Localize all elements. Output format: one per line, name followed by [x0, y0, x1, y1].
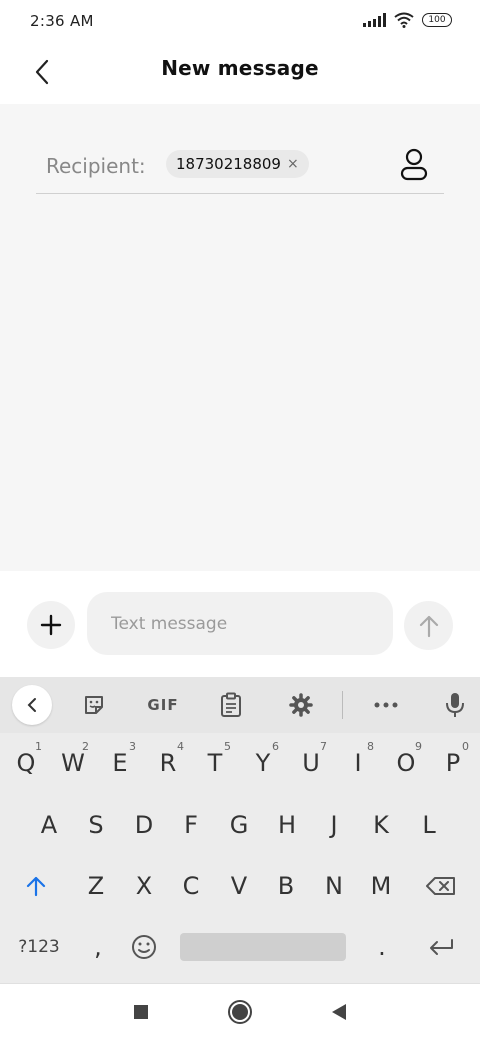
clipboard-icon: [221, 692, 241, 717]
person-icon: [400, 148, 428, 181]
enter-icon: [430, 939, 453, 955]
page-title: New message: [161, 56, 319, 80]
keyboard: GIF Q 1 W 2 E 3 R 4 T 5 Y 6 U 7 I 8 O 9 …: [0, 677, 480, 983]
comma-key[interactable]: ,: [76, 920, 120, 974]
key-u[interactable]: U7: [289, 736, 333, 790]
sticker-icon: [85, 696, 103, 714]
message-area: Recipient: 18730218809 ×: [0, 104, 480, 571]
status-time: 2:36 AM: [30, 12, 94, 30]
key-q[interactable]: Q1: [4, 736, 48, 790]
recents-button[interactable]: [127, 998, 155, 1026]
more-horizontal-icon: [374, 702, 398, 708]
key-p[interactable]: P0: [431, 736, 475, 790]
triangle-back-icon: [332, 1004, 346, 1020]
keyboard-toolbar: GIF: [0, 677, 480, 733]
message-input[interactable]: [87, 592, 393, 655]
add-attachment-button[interactable]: [27, 601, 75, 649]
plus-icon: [40, 614, 62, 636]
backspace-icon: [426, 877, 455, 895]
key-l[interactable]: L: [407, 798, 451, 852]
battery-icon: 100: [422, 13, 452, 27]
key-j[interactable]: J: [312, 798, 356, 852]
wifi-icon: [394, 12, 414, 28]
symbols-key[interactable]: ?123: [12, 920, 66, 974]
more-options-button[interactable]: [366, 685, 406, 725]
chevron-left-icon: [27, 698, 36, 712]
gif-button[interactable]: GIF: [141, 685, 185, 725]
key-h[interactable]: H: [265, 798, 309, 852]
settings-button[interactable]: [281, 685, 321, 725]
header: New message: [0, 42, 480, 104]
send-button[interactable]: [404, 601, 453, 650]
chip-close-icon[interactable]: ×: [287, 156, 299, 172]
key-d[interactable]: D: [122, 798, 166, 852]
key-g[interactable]: G: [217, 798, 261, 852]
collapse-toolbar-button[interactable]: [12, 685, 52, 725]
back-nav-button[interactable]: [325, 998, 353, 1026]
recipient-chip[interactable]: 18730218809 ×: [166, 150, 309, 178]
gear-icon: [289, 693, 313, 717]
key-c[interactable]: C: [169, 859, 213, 913]
key-a[interactable]: A: [27, 798, 71, 852]
key-v[interactable]: V: [217, 859, 261, 913]
microphone-icon: [446, 693, 464, 717]
key-x[interactable]: X: [122, 859, 166, 913]
square-icon: [134, 1005, 148, 1019]
contacts-button[interactable]: [398, 148, 430, 182]
home-circle-icon: [228, 1000, 252, 1024]
key-i[interactable]: I8: [336, 736, 380, 790]
key-y[interactable]: Y6: [241, 736, 285, 790]
shift-key[interactable]: [14, 859, 58, 913]
backspace-key[interactable]: [419, 859, 463, 913]
emoji-key[interactable]: [122, 920, 166, 974]
key-n[interactable]: N: [312, 859, 356, 913]
home-button[interactable]: [226, 998, 254, 1026]
arrow-up-icon: [419, 615, 438, 637]
status-bar: 2:36 AM 100: [0, 0, 480, 42]
signal-icon: [363, 13, 386, 27]
key-o[interactable]: O9: [384, 736, 428, 790]
system-navbar: [0, 983, 480, 1040]
key-e[interactable]: E3: [98, 736, 142, 790]
key-w[interactable]: W2: [51, 736, 95, 790]
key-b[interactable]: B: [264, 859, 308, 913]
recipient-label: Recipient:: [46, 154, 146, 178]
key-m[interactable]: M: [359, 859, 403, 913]
sticker-button[interactable]: [74, 685, 114, 725]
recipient-row: Recipient: 18730218809 ×: [36, 142, 444, 194]
voice-input-button[interactable]: [435, 685, 475, 725]
key-k[interactable]: K: [359, 798, 403, 852]
enter-key[interactable]: [419, 920, 463, 974]
period-key[interactable]: .: [360, 920, 404, 974]
key-r[interactable]: R4: [146, 736, 190, 790]
key-s[interactable]: S: [74, 798, 118, 852]
toolbar-divider: [342, 691, 343, 719]
key-t[interactable]: T5: [193, 736, 237, 790]
clipboard-button[interactable]: [211, 685, 251, 725]
status-icons: 100: [363, 12, 452, 28]
emoji-icon: [132, 935, 156, 959]
key-z[interactable]: Z: [74, 859, 118, 913]
key-f[interactable]: F: [169, 798, 213, 852]
space-key[interactable]: [180, 933, 346, 961]
compose-bar: [0, 571, 480, 677]
gif-label: GIF: [147, 696, 179, 714]
recipient-chip-number: 18730218809: [176, 155, 281, 173]
shift-arrow-icon: [26, 876, 46, 897]
